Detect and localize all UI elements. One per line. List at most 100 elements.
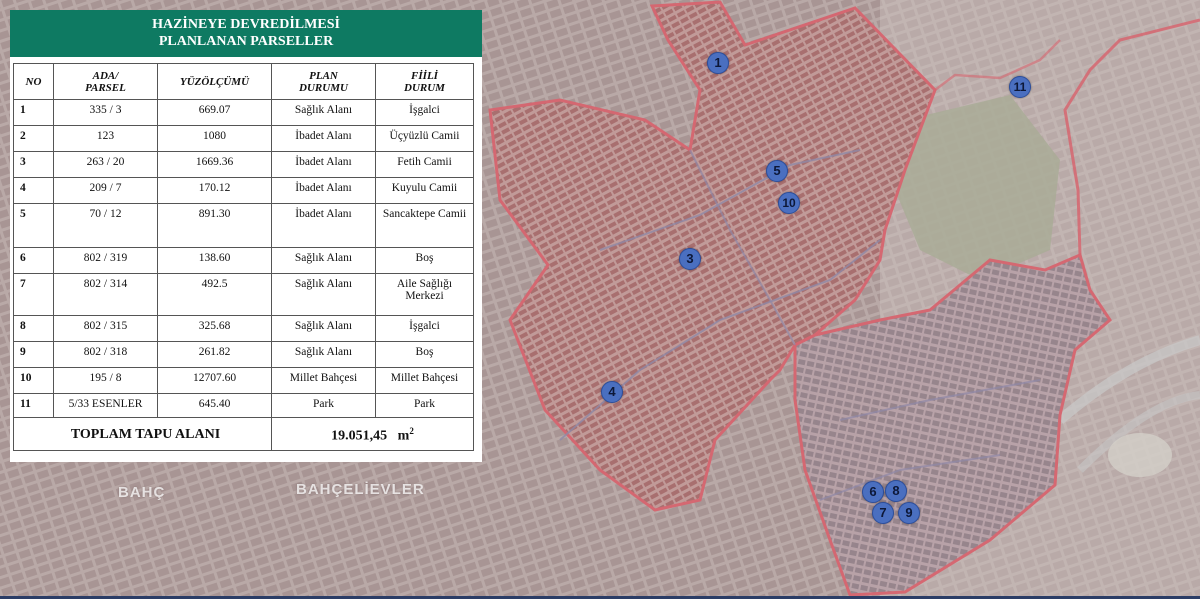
cell-area: 891.30 bbox=[157, 203, 272, 248]
place-label-bahc: BAHÇ bbox=[118, 484, 166, 501]
parcel-marker-7[interactable]: 7 bbox=[872, 502, 894, 524]
cell-parcel: 5/33 ESENLER bbox=[53, 393, 158, 418]
total-unit: m bbox=[397, 428, 410, 444]
column-header-no: NO bbox=[13, 63, 54, 100]
table-row: 2 123 1080 İbadet Alanı Üçyüzlü Camii bbox=[13, 125, 474, 152]
cell-actual: Üçyüzlü Camii bbox=[375, 125, 474, 152]
cell-parcel: 209 / 7 bbox=[53, 177, 158, 204]
cell-actual: İşgalci bbox=[375, 99, 474, 126]
table-row: 6 802 / 319 138.60 Sağlık Alanı Boş bbox=[13, 247, 474, 274]
cell-actual: Kuyulu Camii bbox=[375, 177, 474, 204]
column-header-parcel-line2: PARSEL bbox=[85, 81, 126, 94]
cell-plan: İbadet Alanı bbox=[271, 203, 376, 248]
table-total-row: TOPLAM TAPU ALANI 19.051,45 m2 bbox=[13, 417, 474, 451]
panel-title-line2: PLANLANAN PARSELLER bbox=[158, 34, 334, 49]
cell-no: 11 bbox=[13, 393, 54, 418]
cell-actual: Fetih Camii bbox=[375, 151, 474, 178]
cell-area: 261.82 bbox=[157, 341, 272, 368]
cell-parcel: 802 / 319 bbox=[53, 247, 158, 274]
cell-area: 12707.60 bbox=[157, 367, 272, 394]
table-row: 11 5/33 ESENLER 645.40 Park Park bbox=[13, 393, 474, 418]
total-label: TOPLAM TAPU ALANI bbox=[13, 417, 272, 451]
table-row: 8 802 / 315 325.68 Sağlık Alanı İşgalci bbox=[13, 315, 474, 342]
cell-no: 7 bbox=[13, 273, 54, 316]
cell-plan: Sağlık Alanı bbox=[271, 99, 376, 126]
cell-no: 2 bbox=[13, 125, 54, 152]
cell-area: 1080 bbox=[157, 125, 272, 152]
panel-title-line1: HAZİNEYE DEVREDİLMESİ bbox=[152, 17, 340, 32]
parcel-marker-4[interactable]: 4 bbox=[601, 381, 623, 403]
column-header-area: YÜZÖLÇÜMÜ bbox=[157, 63, 272, 100]
cell-parcel: 263 / 20 bbox=[53, 151, 158, 178]
cell-area: 645.40 bbox=[157, 393, 272, 418]
cell-plan: İbadet Alanı bbox=[271, 125, 376, 152]
table-row: 7 802 / 314 492.5 Sağlık Alanı Aile Sağl… bbox=[13, 273, 474, 316]
cell-no: 10 bbox=[13, 367, 54, 394]
cell-plan: İbadet Alanı bbox=[271, 151, 376, 178]
cell-no: 6 bbox=[13, 247, 54, 274]
cell-parcel: 802 / 315 bbox=[53, 315, 158, 342]
cell-actual: İşgalci bbox=[375, 315, 474, 342]
cell-actual: Sancaktepe Camii bbox=[375, 203, 474, 248]
cell-plan: Millet Bahçesi bbox=[271, 367, 376, 394]
place-label-bahcelievler: BAHÇELİEVLER bbox=[296, 481, 425, 498]
cell-plan: İbadet Alanı bbox=[271, 177, 376, 204]
parcel-marker-6[interactable]: 6 bbox=[862, 481, 884, 503]
parcel-marker-10[interactable]: 10 bbox=[778, 192, 800, 214]
parcel-marker-8[interactable]: 8 bbox=[885, 480, 907, 502]
cell-actual: Boş bbox=[375, 247, 474, 274]
cell-no: 1 bbox=[13, 99, 54, 126]
cell-plan: Sağlık Alanı bbox=[271, 315, 376, 342]
panel-title: HAZİNEYE DEVREDİLMESİ PLANLANAN PARSELLE… bbox=[10, 10, 482, 57]
cell-parcel: 335 / 3 bbox=[53, 99, 158, 126]
column-header-plan: PLAN DURUMU bbox=[271, 63, 376, 100]
table-row: 10 195 / 8 12707.60 Millet Bahçesi Mille… bbox=[13, 367, 474, 394]
cell-parcel: 123 bbox=[53, 125, 158, 152]
total-value-cell: 19.051,45 m2 bbox=[271, 417, 474, 451]
column-header-actual: FİİLİ DURUM bbox=[375, 63, 474, 100]
cell-no: 8 bbox=[13, 315, 54, 342]
table-row: 5 70 / 12 891.30 İbadet Alanı Sancaktepe… bbox=[13, 203, 474, 248]
cell-no: 9 bbox=[13, 341, 54, 368]
cell-actual: Park bbox=[375, 393, 474, 418]
table-row: 3 263 / 20 1669.36 İbadet Alanı Fetih Ca… bbox=[13, 151, 474, 178]
cell-actual: Boş bbox=[375, 341, 474, 368]
stadium-area bbox=[1108, 433, 1172, 477]
cell-parcel: 802 / 318 bbox=[53, 341, 158, 368]
cell-no: 3 bbox=[13, 151, 54, 178]
cell-area: 1669.36 bbox=[157, 151, 272, 178]
column-header-plan-line2: DURUMU bbox=[299, 81, 348, 94]
column-header-plan-line1: PLAN bbox=[309, 69, 338, 82]
cell-no: 4 bbox=[13, 177, 54, 204]
parcel-table-panel: HAZİNEYE DEVREDİLMESİ PLANLANAN PARSELLE… bbox=[10, 10, 482, 462]
parcel-marker-9[interactable]: 9 bbox=[898, 502, 920, 524]
cell-area: 492.5 bbox=[157, 273, 272, 316]
cell-plan: Sağlık Alanı bbox=[271, 341, 376, 368]
table-header-row: NO ADA/ PARSEL YÜZÖLÇÜMÜ PLAN DURUMU Fİİ… bbox=[13, 63, 474, 100]
cell-parcel: 802 / 314 bbox=[53, 273, 158, 316]
parcel-marker-11[interactable]: 11 bbox=[1009, 76, 1031, 98]
column-header-actual-line1: FİİLİ bbox=[411, 69, 438, 82]
parcel-table: NO ADA/ PARSEL YÜZÖLÇÜMÜ PLAN DURUMU Fİİ… bbox=[13, 63, 474, 451]
parcel-marker-5[interactable]: 5 bbox=[766, 160, 788, 182]
table-row: 4 209 / 7 170.12 İbadet Alanı Kuyulu Cam… bbox=[13, 177, 474, 204]
column-header-actual-line2: DURUM bbox=[404, 81, 445, 94]
cell-no: 5 bbox=[13, 203, 54, 248]
table-row: 9 802 / 318 261.82 Sağlık Alanı Boş bbox=[13, 341, 474, 368]
table-row: 1 335 / 3 669.07 Sağlık Alanı İşgalci bbox=[13, 99, 474, 126]
total-value: 19.051,45 bbox=[331, 428, 388, 444]
cell-area: 138.60 bbox=[157, 247, 272, 274]
cell-actual: Millet Bahçesi bbox=[375, 367, 474, 394]
parcel-marker-1[interactable]: 1 bbox=[707, 52, 729, 74]
cell-area: 325.68 bbox=[157, 315, 272, 342]
column-header-parcel: ADA/ PARSEL bbox=[53, 63, 158, 100]
cell-plan: Sağlık Alanı bbox=[271, 247, 376, 274]
column-header-parcel-line1: ADA/ bbox=[92, 69, 119, 82]
parcel-marker-3[interactable]: 3 bbox=[679, 248, 701, 270]
cell-plan: Sağlık Alanı bbox=[271, 273, 376, 316]
cell-area: 170.12 bbox=[157, 177, 272, 204]
total-unit-superscript: 2 bbox=[409, 425, 414, 436]
cell-parcel: 70 / 12 bbox=[53, 203, 158, 248]
cell-actual: Aile Sağlığı Merkezi bbox=[375, 273, 474, 316]
cell-parcel: 195 / 8 bbox=[53, 367, 158, 394]
